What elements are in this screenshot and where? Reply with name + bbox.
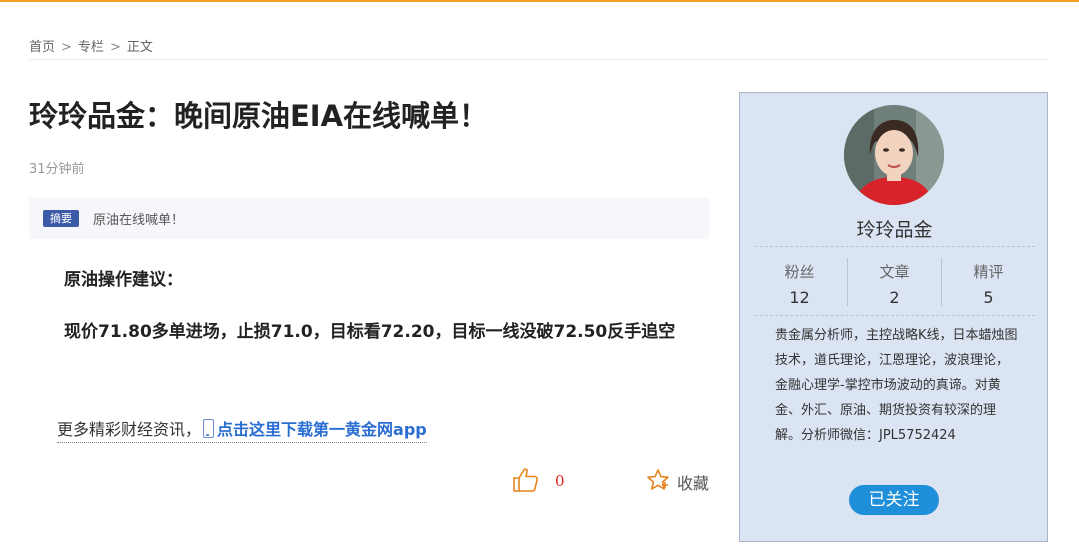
breadcrumb: 首页 > 专栏 > 正文 <box>29 36 153 55</box>
top-accent-line <box>0 0 1079 2</box>
app-download-link[interactable]: 点击这里下载第一黄金网app <box>217 420 427 439</box>
app-promo-prefix: 更多精彩财经资讯， <box>57 420 202 439</box>
author-bio: 贵金属分析师，主控战略K线，日本蜡烛图技术，道氏理论，江恩理论，波浪理论，金融心… <box>775 328 1018 443</box>
follow-button[interactable]: 已关注 <box>849 485 939 515</box>
stat-reviews: 精评 5 <box>941 261 1036 307</box>
like-count: 0 <box>555 472 565 490</box>
like-button[interactable] <box>512 467 540 497</box>
phone-icon <box>203 419 215 438</box>
breadcrumb-column[interactable]: 专栏 <box>78 36 104 55</box>
stat-label: 文章 <box>879 263 910 281</box>
thumbs-up-icon <box>513 468 538 492</box>
stat-label: 粉丝 <box>784 263 815 281</box>
stat-articles: 文章 2 <box>847 261 942 307</box>
favorite-button[interactable] <box>646 468 670 496</box>
summary-text: 原油在线喊单！ <box>93 213 185 228</box>
avatar-photo-icon <box>844 105 944 205</box>
breadcrumb-separator: > <box>61 40 72 55</box>
breadcrumb-separator: > <box>109 40 121 55</box>
stat-value: 5 <box>983 288 994 307</box>
breadcrumb-current: 正文 <box>126 40 153 55</box>
app-download-promo: 更多精彩财经资讯， 点击这里下载第一黄金网app <box>57 416 427 443</box>
favorite-label[interactable]: 收藏 <box>677 470 709 494</box>
article-summary: 摘要 原油在线喊单！ <box>29 198 709 239</box>
author-card: 玲玲品金 粉丝 12 文章 2 精评 5 贵金属分析师，主控战略K线，日本蜡烛图… <box>739 92 1048 542</box>
article-paragraph: 现价71.80多单进场，止损71.0，目标看72.20，目标一线没破72.50反… <box>64 322 676 342</box>
article-paragraph: 原油操作建议： <box>64 270 183 290</box>
star-icon <box>647 469 669 490</box>
article-title: 玲玲品金：晚间原油EIA在线喊单！ <box>29 99 489 133</box>
breadcrumb-home[interactable]: 首页 <box>29 36 55 55</box>
summary-tag: 摘要 <box>43 210 79 227</box>
stat-fans: 粉丝 12 <box>752 261 847 307</box>
divider <box>755 246 1035 247</box>
avatar[interactable] <box>844 105 944 205</box>
stat-value: 12 <box>789 288 810 307</box>
article-time: 31分钟前 <box>29 162 85 177</box>
author-name[interactable]: 玲玲品金 <box>740 215 1049 242</box>
stat-value: 2 <box>889 288 900 307</box>
divider <box>29 59 1049 60</box>
divider <box>755 315 1035 316</box>
stat-label: 精评 <box>973 263 1004 281</box>
